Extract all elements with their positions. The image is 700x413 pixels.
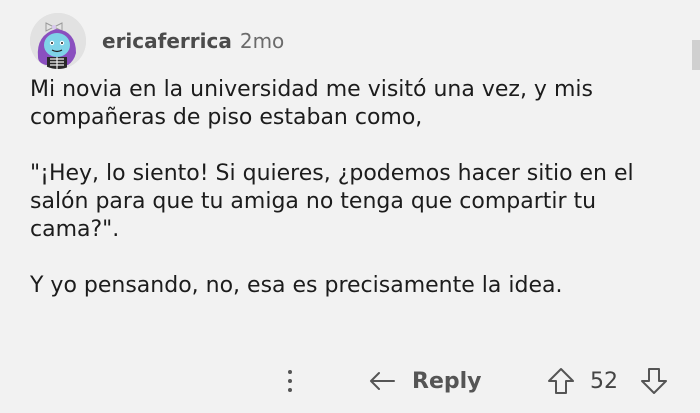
comment-paragraph: Y yo pensando, no, esa es precisamente l… bbox=[30, 273, 563, 298]
downvote-button[interactable] bbox=[639, 366, 669, 400]
reply-arrow-icon bbox=[370, 372, 395, 390]
comment-header: ericaferrica 2mo bbox=[30, 12, 284, 70]
comment-actions: Reply 52 bbox=[0, 360, 700, 402]
more-vertical-icon[interactable] bbox=[278, 364, 302, 398]
reply-label: Reply bbox=[412, 368, 482, 394]
comment-paragraph: "¡Hey, lo siento! Si quieres, ¿podemos h… bbox=[30, 161, 634, 242]
vote-score: 52 bbox=[590, 368, 618, 394]
upvote-arrow-icon bbox=[548, 368, 574, 394]
comment-paragraph: Mi novia en la universidad me visitó una… bbox=[30, 77, 593, 130]
downvote-arrow-icon bbox=[641, 368, 667, 394]
comment-meta: ericaferrica 2mo bbox=[102, 29, 284, 53]
scrollbar-thumb[interactable] bbox=[692, 40, 700, 70]
upvote-button[interactable] bbox=[546, 366, 576, 400]
comment-body: Mi novia en la universidad me visitó una… bbox=[30, 76, 680, 328]
avatar[interactable] bbox=[30, 13, 86, 69]
comment-timestamp[interactable]: 2mo bbox=[240, 29, 284, 53]
username-link[interactable]: ericaferrica bbox=[102, 29, 232, 53]
reply-button[interactable]: Reply bbox=[368, 364, 482, 398]
avatar-image bbox=[30, 13, 86, 69]
